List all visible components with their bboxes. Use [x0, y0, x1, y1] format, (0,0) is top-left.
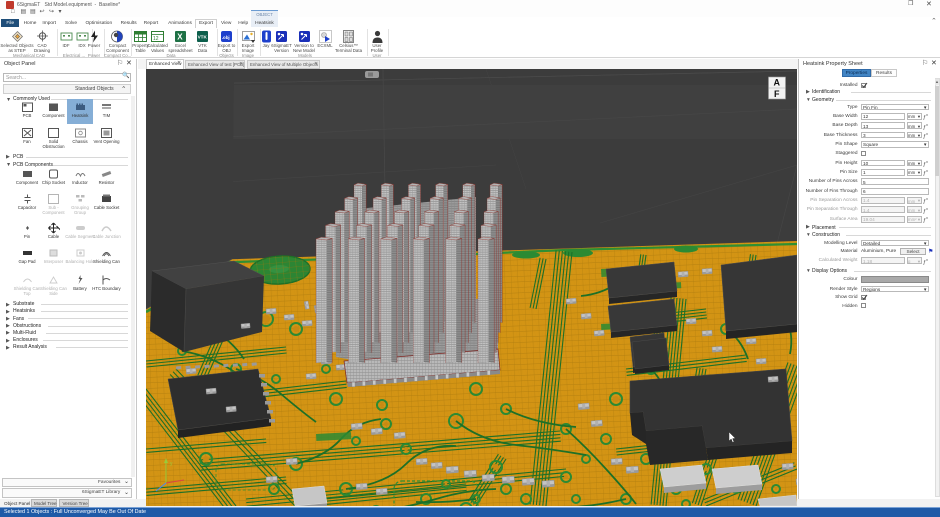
svg-text:.obj: .obj [222, 35, 230, 40]
svg-text:X: X [177, 33, 183, 42]
svg-text:12: 12 [153, 36, 159, 42]
svg-text:A: A [774, 78, 781, 88]
svg-text:F: F [774, 89, 780, 99]
svg-text:VTK: VTK [198, 35, 208, 40]
